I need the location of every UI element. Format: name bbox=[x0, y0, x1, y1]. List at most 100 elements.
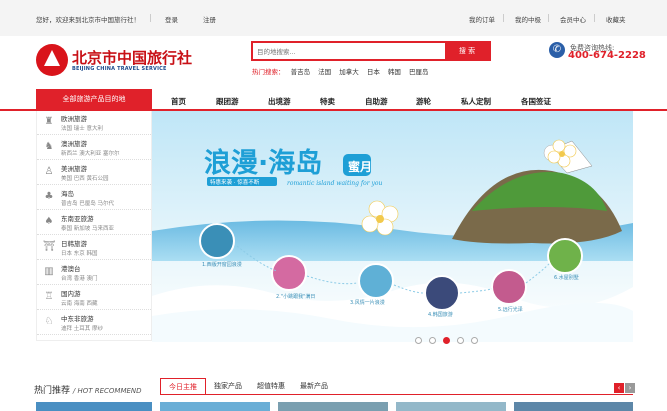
sidebar-item-japan-korea[interactable]: ⛩ 日韩旅游 日本 东京 韩国 bbox=[37, 236, 153, 260]
banner-illustration: 浪漫·海岛 蜜月 特惠来袭 · 惊喜不断 romantic island wai… bbox=[152, 111, 633, 342]
category-subs: 新西兰 澳大利亚 塞尔尔 bbox=[61, 151, 120, 157]
sidebar-item-hk-macau-taiwan[interactable]: ▥ 港澳台 台湾 香港 澳门 bbox=[37, 261, 153, 285]
hot-search-keyword[interactable]: 韩国 bbox=[388, 68, 401, 76]
category-title[interactable]: 东南亚旅游 bbox=[61, 213, 94, 223]
destination-sidebar: ♜ 欧洲旅游 法国 瑞士 意大利 ♞ 澳洲旅游 新西兰 澳大利亚 塞尔尔 ♙ 美… bbox=[36, 111, 153, 341]
sidebar-item-southeast-asia[interactable]: ♠ 东南亚旅游 泰国 新加坡 马来西亚 bbox=[37, 211, 153, 235]
banner-label: 4.韩国旅游 bbox=[428, 311, 453, 318]
banner-label: 2."小跳跟我"满日 bbox=[276, 293, 315, 300]
nav-home[interactable]: 首页 bbox=[171, 96, 186, 107]
section-title-en: / HOT RECOMMEND bbox=[72, 387, 142, 395]
member-center-link[interactable]: 会员中心 bbox=[560, 14, 586, 24]
sidebar-item-oceania[interactable]: ♞ 澳洲旅游 新西兰 澳大利亚 塞尔尔 bbox=[37, 136, 153, 160]
pagoda-icon: ♠ bbox=[44, 216, 54, 227]
torii-icon: ⛩ bbox=[43, 241, 56, 252]
great-wall-icon: ♖ bbox=[44, 291, 54, 302]
nav-private-custom[interactable]: 私人定制 bbox=[461, 96, 491, 107]
carousel-dot[interactable] bbox=[429, 337, 436, 344]
category-title[interactable]: 美洲旅游 bbox=[61, 163, 87, 173]
banner-label: 6.水屋别墅 bbox=[554, 274, 579, 281]
hot-search: 热门搜索： 普吉岛 法国 加拿大 日本 韩国 巴厘岛 bbox=[252, 66, 434, 76]
category-subs: 泰国 新加坡 马来西亚 bbox=[61, 226, 115, 232]
hot-recommend-title: 热门推荐 / HOT RECOMMEND bbox=[34, 383, 142, 396]
hot-search-keyword[interactable]: 法国 bbox=[318, 68, 331, 76]
category-subs: 日本 东京 韩国 bbox=[61, 251, 98, 257]
sidebar-item-europe[interactable]: ♜ 欧洲旅游 法国 瑞士 意大利 bbox=[37, 111, 153, 135]
hot-search-keyword[interactable]: 日本 bbox=[367, 68, 380, 76]
search-bar: 搜 索 bbox=[251, 41, 491, 61]
hotline-number: 400-674-2228 bbox=[568, 50, 646, 61]
banner-tag: 特惠来袭 · 惊喜不断 bbox=[210, 178, 260, 186]
nav-sale[interactable]: 特卖 bbox=[320, 96, 335, 107]
next-arrow-icon[interactable]: › bbox=[625, 383, 635, 393]
hot-search-keyword[interactable]: 巴厘岛 bbox=[409, 68, 429, 76]
sidebar-item-islands[interactable]: ♣ 海岛 普吉岛 巴厘岛 马尔代 bbox=[37, 186, 153, 210]
tab-newest[interactable]: 最新产品 bbox=[294, 378, 334, 394]
category-title[interactable]: 日韩旅游 bbox=[61, 238, 87, 248]
welcome-text: 您好，欢迎来到北京市中国旅行社！ bbox=[36, 16, 140, 24]
phone-icon: ✆ bbox=[549, 42, 565, 58]
category-subs: 云南 海南 西藏 bbox=[61, 301, 98, 307]
banner-headline: 浪漫·海岛 bbox=[204, 147, 322, 179]
logo-title[interactable]: 北京市中国旅行社 bbox=[72, 47, 192, 68]
category-subs: 迪拜 土耳其 摩纱 bbox=[61, 326, 104, 332]
sidebar-item-americas[interactable]: ♙ 美洲旅游 美国 巴西 黄石公园 bbox=[37, 161, 153, 185]
logo-subtitle: BEIJING CHINA TRAVEL SERVICE bbox=[72, 66, 167, 72]
category-title[interactable]: 欧洲旅游 bbox=[61, 113, 87, 123]
nav-group-tour[interactable]: 跟团游 bbox=[216, 96, 239, 107]
hot-search-label: 热门搜索： bbox=[252, 68, 285, 76]
favorites-link[interactable]: 收藏夹 bbox=[606, 14, 626, 24]
product-thumbnail[interactable] bbox=[396, 402, 506, 411]
nav-self-guided[interactable]: 自助游 bbox=[365, 96, 388, 107]
tab-exclusive[interactable]: 独家产品 bbox=[208, 378, 248, 394]
logo-icon[interactable] bbox=[36, 44, 68, 76]
nav-outbound[interactable]: 出境游 bbox=[268, 96, 291, 107]
statue-of-liberty-icon: ♙ bbox=[44, 166, 54, 177]
product-thumbnail[interactable] bbox=[36, 402, 152, 411]
my-orders-link[interactable]: 我的订单 bbox=[469, 14, 495, 24]
carousel-dot[interactable] bbox=[457, 337, 464, 344]
product-thumbnail[interactable] bbox=[278, 402, 388, 411]
sidebar-item-domestic[interactable]: ♖ 国内游 云南 海南 西藏 bbox=[37, 286, 153, 310]
sidebar-item-middle-east-africa[interactable]: ♘ 中东非旅游 迪拜 土耳其 摩纱 bbox=[37, 311, 153, 335]
category-title[interactable]: 澳洲旅游 bbox=[61, 138, 87, 148]
divider bbox=[150, 14, 151, 22]
category-subs: 美国 巴西 黄石公园 bbox=[61, 176, 109, 182]
top-bar: 您好，欢迎来到北京市中国旅行社！ 登录 注册 我的订单 我的中极 会员中心 收藏… bbox=[0, 0, 667, 36]
category-subs: 普吉岛 巴厘岛 马尔代 bbox=[61, 201, 115, 207]
hero-banner[interactable]: 浪漫·海岛 蜜月 特惠来袭 · 惊喜不断 romantic island wai… bbox=[152, 111, 633, 342]
category-title[interactable]: 中东非旅游 bbox=[61, 313, 94, 323]
category-title[interactable]: 港澳台 bbox=[61, 263, 81, 273]
section-title-cn: 热门推荐 bbox=[34, 386, 71, 396]
nav-cruise[interactable]: 游轮 bbox=[416, 96, 431, 107]
carousel-dot-active[interactable] bbox=[443, 337, 450, 344]
carousel-dot[interactable] bbox=[471, 337, 478, 344]
tab-today[interactable]: 今日主推 bbox=[160, 378, 206, 394]
carousel-dot[interactable] bbox=[415, 337, 422, 344]
login-link[interactable]: 登录 bbox=[165, 14, 178, 24]
banner-label: 3.风情一片浪漫 bbox=[350, 299, 385, 306]
product-thumbnail[interactable] bbox=[160, 402, 270, 411]
all-products-menu[interactable]: 全部旅游产品目的地 bbox=[36, 89, 152, 109]
category-subs: 台湾 香港 澳门 bbox=[61, 276, 98, 282]
banner-script: romantic island waiting for you bbox=[287, 180, 383, 187]
my-center-link[interactable]: 我的中极 bbox=[515, 14, 541, 24]
banner-label: 1.西版开窗园浪漫 bbox=[202, 261, 242, 268]
prev-arrow-icon[interactable]: ‹ bbox=[614, 383, 624, 393]
search-input[interactable] bbox=[257, 46, 447, 58]
category-title[interactable]: 海岛 bbox=[61, 188, 74, 198]
tab-value-deals[interactable]: 超值特惠 bbox=[251, 378, 291, 394]
hot-search-keyword[interactable]: 加拿大 bbox=[339, 68, 359, 76]
divider bbox=[548, 14, 549, 22]
category-title[interactable]: 国内游 bbox=[61, 288, 81, 298]
nav-visa[interactable]: 各国签证 bbox=[521, 96, 551, 107]
island-icon: ♣ bbox=[44, 191, 54, 202]
city-icon: ▥ bbox=[44, 266, 54, 277]
tab-underline bbox=[160, 394, 633, 395]
search-button[interactable]: 搜 索 bbox=[445, 43, 489, 59]
product-thumbnail[interactable] bbox=[514, 402, 633, 411]
divider bbox=[594, 14, 595, 22]
register-link[interactable]: 注册 bbox=[203, 14, 216, 24]
hot-search-keyword[interactable]: 普吉岛 bbox=[291, 68, 311, 76]
kangaroo-icon: ♞ bbox=[44, 141, 54, 152]
